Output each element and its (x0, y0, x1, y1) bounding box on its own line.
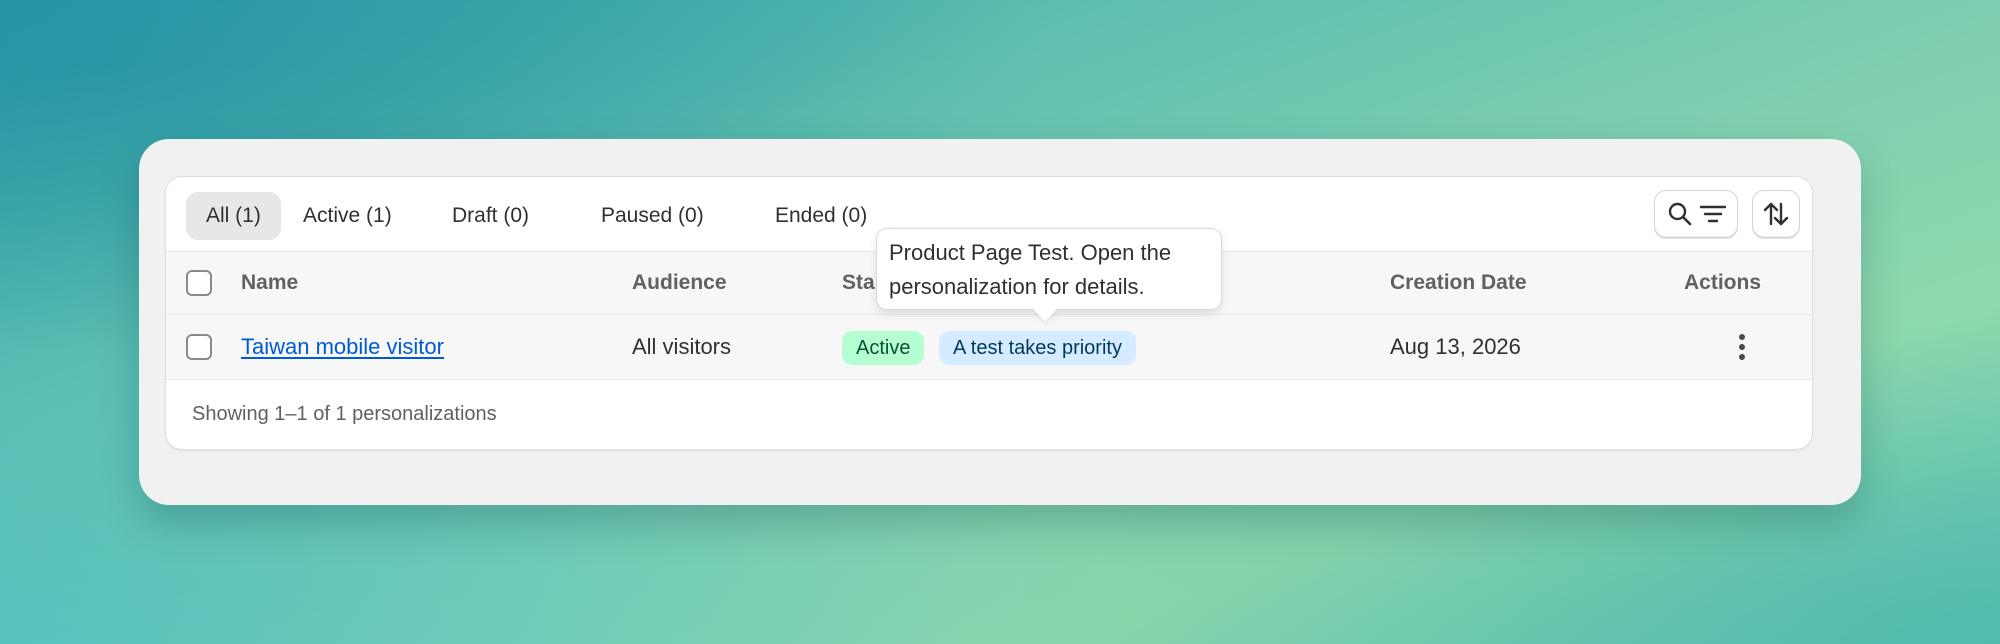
table-row[interactable]: Taiwan mobile visitor All visitors Activ… (166, 315, 1812, 380)
row-creation-date: Aug 13, 2026 (1390, 334, 1521, 359)
tab-active[interactable]: Active (1) (283, 192, 412, 240)
column-header-actions: Actions (1684, 271, 1762, 294)
pagination-summary: Showing 1–1 of 1 personalizations (192, 403, 497, 425)
select-all-checkbox[interactable] (186, 270, 212, 296)
sort-button[interactable] (1752, 190, 1800, 238)
status-badge: Active (842, 331, 925, 365)
search-icon (1668, 202, 1692, 226)
filter-icon (1699, 205, 1727, 223)
tab-paused[interactable]: Paused (0) (581, 192, 724, 240)
row-audience: All visitors (632, 334, 732, 359)
personalizations-panel: All (1) Active (1) Draft (0) Paused (0) … (139, 139, 1861, 505)
tab-draft[interactable]: Draft (0) (432, 192, 549, 240)
column-header-creation-date[interactable]: Creation Date (1390, 252, 1527, 314)
personalizations-table-card: All (1) Active (1) Draft (0) Paused (0) … (166, 177, 1812, 449)
tooltip: Product Page Test. Open the personalizat… (877, 229, 1221, 322)
column-header-name[interactable]: Name (241, 252, 298, 314)
sort-icon (1763, 202, 1789, 226)
tooltip-text: Product Page Test. Open the personalizat… (889, 240, 1172, 299)
search-filter-button[interactable] (1654, 190, 1738, 238)
row-name-cell: Taiwan mobile visitor (241, 315, 444, 379)
priority-info-badge[interactable]: A test takes priority (939, 331, 1136, 365)
row-actions-button[interactable] (1724, 329, 1760, 365)
personalization-name-link[interactable]: Taiwan mobile visitor (241, 334, 444, 359)
tab-all[interactable]: All (1) (186, 192, 281, 240)
column-header-status[interactable]: Sta (842, 252, 875, 314)
row-select-checkbox[interactable] (186, 334, 212, 360)
column-header-audience[interactable]: Audience (632, 252, 727, 314)
tab-ended[interactable]: Ended (0) (755, 192, 887, 240)
